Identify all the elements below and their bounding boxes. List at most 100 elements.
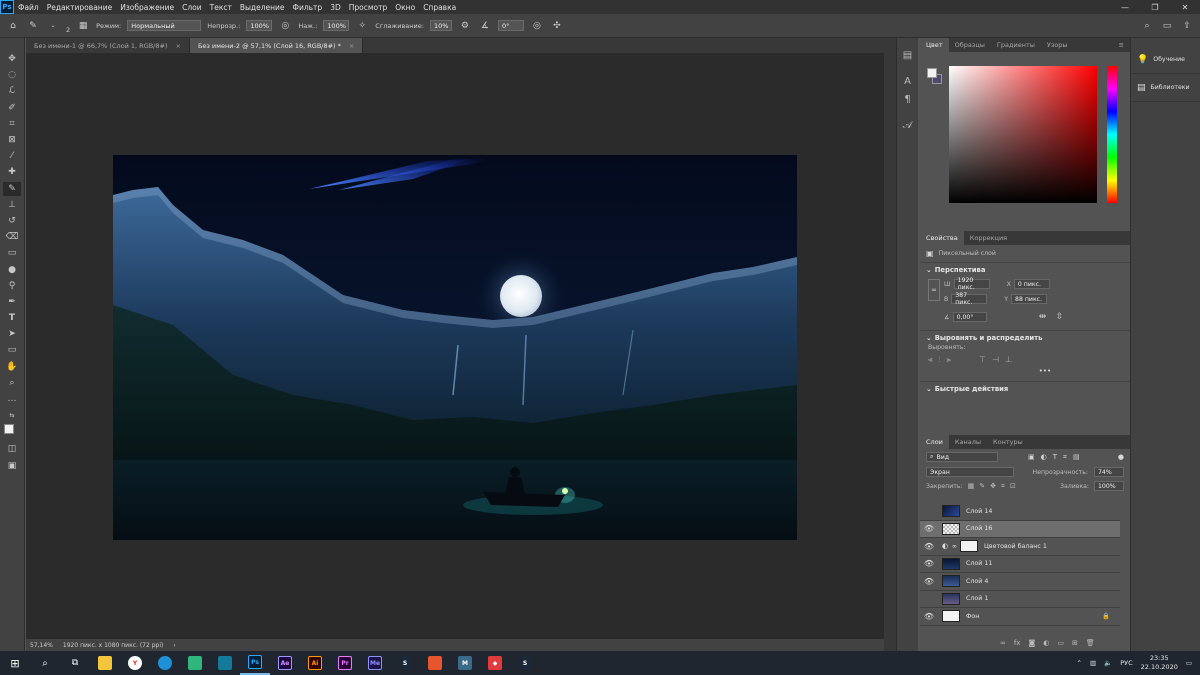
new-layer-icon[interactable]: ⊞: [1072, 639, 1078, 647]
layer-name[interactable]: Цветовой баланс 1: [984, 543, 1047, 550]
eye-icon[interactable]: 👁: [920, 542, 938, 551]
app-m-icon[interactable]: M: [450, 651, 480, 675]
layer-name[interactable]: Слой 11: [966, 560, 992, 567]
maximize-icon[interactable]: ❐: [1140, 3, 1170, 12]
lock-transparent-icon[interactable]: ▦: [968, 482, 975, 490]
tab-color[interactable]: Цвет: [920, 38, 949, 52]
screen-mode-icon[interactable]: ▣: [3, 459, 21, 473]
hand-tool-icon[interactable]: ✋: [3, 360, 21, 374]
layer-opacity-input[interactable]: 74%: [1094, 467, 1124, 477]
brush-tool-icon[interactable]: ✎: [26, 19, 40, 33]
align-left-icon[interactable]: ⫷: [928, 355, 933, 365]
color-field[interactable]: [949, 66, 1097, 203]
illustrator-icon[interactable]: Ai: [300, 651, 330, 675]
brush-settings-icon[interactable]: ▦: [76, 19, 90, 33]
shape-tool-icon[interactable]: ▭: [3, 343, 21, 357]
anydesk-icon[interactable]: ◆: [480, 651, 510, 675]
workspace-icon[interactable]: ▭: [1160, 19, 1174, 33]
share-icon[interactable]: ⇪: [1180, 19, 1194, 33]
brush-tool-icon[interactable]: ✎: [3, 181, 21, 196]
x-input[interactable]: 0 пикс.: [1013, 279, 1050, 289]
tab-channels[interactable]: Каналы: [949, 435, 987, 449]
task-view-icon[interactable]: ⧉: [60, 651, 90, 675]
foreground-color[interactable]: [4, 424, 14, 435]
frame-tool-icon[interactable]: ⊠: [3, 133, 21, 147]
blur-tool-icon[interactable]: ●: [3, 262, 21, 276]
tab-paths[interactable]: Контуры: [987, 435, 1029, 449]
after-effects-icon[interactable]: Ae: [270, 651, 300, 675]
crop-tool-icon[interactable]: ⌗: [3, 117, 21, 131]
more-tools-icon[interactable]: …: [3, 392, 21, 406]
filter-pixel-icon[interactable]: ▣: [1028, 453, 1035, 461]
close-icon[interactable]: ✕: [1170, 3, 1200, 12]
pressure-size-icon[interactable]: ◎: [530, 19, 544, 33]
search-icon[interactable]: ⌕: [30, 651, 60, 675]
layer-row[interactable]: 👁 Слой 4: [920, 573, 1120, 591]
brush-size-value[interactable]: 2: [66, 26, 70, 34]
libraries-button[interactable]: ▤ Библиотеки: [1131, 74, 1200, 102]
color-panel-fg-swatch[interactable]: [927, 68, 937, 78]
flip-vertical-icon[interactable]: ⇳: [1053, 310, 1067, 324]
blend-mode-select[interactable]: Экран: [926, 467, 1014, 477]
opacity-input[interactable]: 100%: [246, 20, 273, 31]
eye-icon[interactable]: 👁: [920, 612, 938, 621]
layer-name[interactable]: Слой 16: [966, 525, 992, 532]
quick-select-tool-icon[interactable]: ✐: [3, 101, 21, 115]
layer-name[interactable]: Фон: [966, 613, 979, 620]
file-explorer-icon[interactable]: [90, 651, 120, 675]
filter-adjustment-icon[interactable]: ◐: [1041, 453, 1047, 461]
status-menu-icon[interactable]: ›: [173, 642, 175, 649]
symmetry-icon[interactable]: ✣: [550, 19, 564, 33]
fx-icon[interactable]: fx: [1014, 639, 1021, 647]
layer-row[interactable]: Слой 14: [920, 503, 1120, 521]
zoom-level[interactable]: 57,14%: [30, 642, 53, 649]
menu-window[interactable]: Окно: [391, 3, 419, 12]
history-panel-icon[interactable]: ▤: [901, 48, 915, 62]
layer-row[interactable]: 👁 Слой 16: [920, 520, 1120, 538]
lock-icon[interactable]: 🔒: [1102, 612, 1110, 620]
steam-icon[interactable]: S: [390, 651, 420, 675]
app-teal-icon[interactable]: [210, 651, 240, 675]
new-adjustment-icon[interactable]: ◐: [1043, 639, 1049, 647]
gear-icon[interactable]: ⚙: [458, 19, 472, 33]
app-orange-icon[interactable]: [420, 651, 450, 675]
delete-layer-icon[interactable]: 🗑: [1086, 639, 1095, 647]
home-icon[interactable]: ⌂: [6, 19, 20, 33]
yandex-browser-icon[interactable]: Y: [120, 651, 150, 675]
tab-swatches[interactable]: Образцы: [949, 38, 991, 52]
minimize-icon[interactable]: —: [1110, 3, 1140, 12]
align-vcenter-icon[interactable]: ⊣: [992, 355, 999, 365]
lock-all-icon[interactable]: ⊡: [1010, 482, 1016, 490]
menu-image[interactable]: Изображение: [116, 3, 178, 12]
new-group-icon[interactable]: ▭: [1057, 639, 1064, 647]
paragraph-panel-icon[interactable]: ¶: [901, 92, 915, 106]
layer-row[interactable]: Слой 1: [920, 591, 1120, 608]
hue-slider[interactable]: [1107, 66, 1117, 203]
quick-actions-section-title[interactable]: ⌄ Быстрые действия: [920, 381, 1130, 395]
gradient-tool-icon[interactable]: ▭: [3, 246, 21, 260]
link-icon[interactable]: ∞: [928, 279, 940, 301]
learn-button[interactable]: 💡 Обучение: [1131, 46, 1200, 74]
lasso-tool-icon[interactable]: ℒ: [3, 84, 21, 98]
flip-horizontal-icon[interactable]: ⇹: [1036, 310, 1050, 324]
path-select-tool-icon[interactable]: ➤: [3, 327, 21, 341]
layer-filter-select[interactable]: ⌕ Вид: [926, 452, 998, 462]
align-hcenter-icon[interactable]: ⫶: [939, 355, 941, 365]
notifications-icon[interactable]: ▭: [1186, 659, 1192, 667]
layer-name[interactable]: Слой 1: [966, 595, 988, 602]
swap-colors-icon[interactable]: ⇆: [3, 408, 21, 422]
chain-icon[interactable]: ∞: [952, 543, 960, 550]
layer-row[interactable]: 👁 Слой 11: [920, 556, 1120, 573]
clock[interactable]: 23:35 22.10.2020: [1141, 654, 1178, 672]
angle-input[interactable]: 0°: [497, 20, 524, 31]
color-swatches[interactable]: [3, 424, 21, 440]
photoshop-taskbar-icon[interactable]: Ps: [240, 651, 270, 675]
menu-view[interactable]: Просмотр: [345, 3, 392, 12]
network-icon[interactable]: ▥: [1090, 659, 1096, 667]
align-right-icon[interactable]: ⫸: [947, 355, 952, 365]
close-icon[interactable]: ×: [176, 42, 181, 50]
angle-icon[interactable]: ∡: [478, 19, 492, 33]
speaker-icon[interactable]: 🔈: [1104, 659, 1112, 667]
menu-layers[interactable]: Слои: [178, 3, 206, 12]
move-tool-icon[interactable]: ✥: [3, 52, 21, 66]
